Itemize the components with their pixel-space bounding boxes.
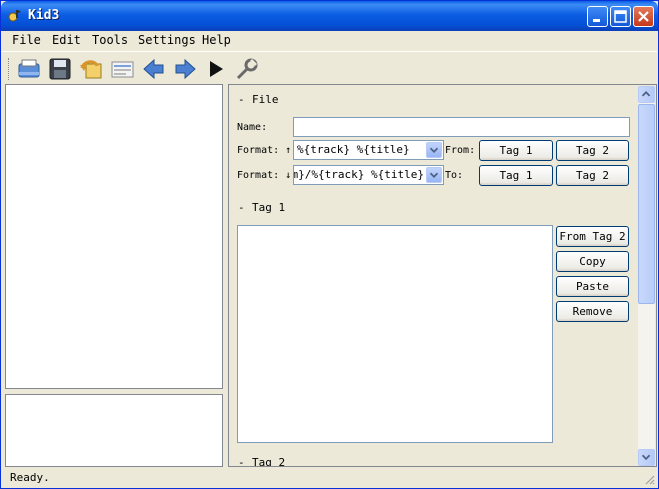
- to-label: To:: [445, 170, 464, 181]
- previous-icon: [143, 58, 164, 80]
- remove-button[interactable]: Remove: [556, 301, 629, 322]
- tag2-section-toggle[interactable]: -: [238, 456, 252, 466]
- menu-settings[interactable]: Settings: [138, 33, 196, 47]
- status-text: Ready.: [10, 471, 50, 484]
- playlist-icon: [111, 61, 134, 78]
- from-label: From:: [445, 145, 476, 156]
- format-down-label: Format: ↓: [237, 170, 292, 181]
- maximize-icon: [614, 10, 627, 23]
- open-folder-icon: [18, 59, 40, 78]
- tag-editor-pane: - File Name: Format: ↑ %{track} %{title} …: [228, 84, 657, 467]
- settings-icon: [236, 58, 258, 80]
- file-section-title: File: [252, 93, 279, 106]
- save-button[interactable]: [47, 56, 73, 82]
- format-to-filename-combo[interactable]: %{album}/%{track} %{title}: [293, 165, 444, 185]
- from-tag2-button[interactable]: Tag 2: [556, 140, 629, 161]
- tag1-section-title: Tag 1: [252, 201, 286, 214]
- resize-grip-icon[interactable]: [643, 473, 655, 485]
- from-tag1-button[interactable]: Tag 1: [479, 140, 553, 161]
- next-button[interactable]: [172, 56, 198, 82]
- main-window: Kid3 File Edit Tools Settings Help - Fil…: [0, 0, 659, 489]
- menu-file[interactable]: File: [12, 33, 41, 47]
- from-tag2-copy-button[interactable]: From Tag 2: [556, 226, 629, 247]
- previous-button[interactable]: [141, 56, 167, 82]
- tag1-section-toggle[interactable]: -: [238, 201, 252, 214]
- title-bar[interactable]: Kid3: [1, 1, 658, 31]
- file-section-toggle[interactable]: -: [238, 93, 252, 106]
- format-up-label: Format: ↑: [237, 145, 292, 156]
- chevron-down-icon[interactable]: [426, 167, 442, 183]
- close-button[interactable]: [633, 6, 654, 27]
- to-tag2-button[interactable]: Tag 2: [556, 165, 629, 186]
- file-section-header[interactable]: - File: [238, 93, 279, 106]
- scroll-down-button[interactable]: [638, 449, 655, 466]
- minimize-button[interactable]: [587, 6, 608, 27]
- save-icon: [49, 58, 71, 80]
- revert-icon: [80, 60, 102, 79]
- playlist-button[interactable]: [109, 56, 135, 82]
- chevron-down-icon: [641, 454, 651, 461]
- name-field[interactable]: [293, 117, 630, 137]
- format-from-filename-combo[interactable]: %{track} %{title}: [293, 140, 444, 160]
- close-icon: [638, 11, 649, 22]
- app-icon: [8, 10, 21, 22]
- scroll-thumb[interactable]: [638, 104, 655, 304]
- status-bar: Ready.: [2, 468, 657, 487]
- settings-button[interactable]: [234, 56, 260, 82]
- menu-edit[interactable]: Edit: [52, 33, 81, 47]
- next-icon: [175, 58, 196, 80]
- chevron-down-icon[interactable]: [426, 142, 442, 158]
- directory-list[interactable]: [5, 84, 223, 389]
- tag2-section-title: Tag 2: [252, 456, 286, 467]
- chevron-up-icon: [641, 91, 651, 97]
- format-to-filename-value: %{album}/%{track} %{title}: [294, 168, 424, 181]
- toolbar-grip[interactable]: [8, 58, 11, 80]
- menu-bar: File Edit Tools Settings Help: [2, 31, 657, 50]
- menu-help[interactable]: Help: [202, 33, 231, 47]
- revert-button[interactable]: [78, 56, 104, 82]
- play-icon: [210, 61, 223, 77]
- open-folder-button[interactable]: [16, 56, 42, 82]
- tag1-section-header[interactable]: - Tag 1: [238, 201, 285, 214]
- name-label: Name:: [237, 122, 268, 133]
- vertical-scrollbar[interactable]: [638, 86, 655, 466]
- tag2-section-header[interactable]: - Tag 2: [238, 456, 286, 467]
- scroll-up-button[interactable]: [638, 86, 655, 103]
- paste-button[interactable]: Paste: [556, 276, 629, 297]
- toolbar: [2, 51, 657, 83]
- file-list[interactable]: [5, 394, 223, 467]
- to-tag1-button[interactable]: Tag 1: [479, 165, 553, 186]
- play-button[interactable]: [203, 56, 229, 82]
- menu-tools[interactable]: Tools: [92, 33, 128, 47]
- tag1-frame-table[interactable]: [237, 225, 553, 443]
- copy-button[interactable]: Copy: [556, 251, 629, 272]
- maximize-button[interactable]: [610, 6, 631, 27]
- minimize-icon: [593, 19, 600, 22]
- format-from-filename-value: %{track} %{title}: [297, 143, 410, 156]
- window-title: Kid3: [28, 8, 60, 23]
